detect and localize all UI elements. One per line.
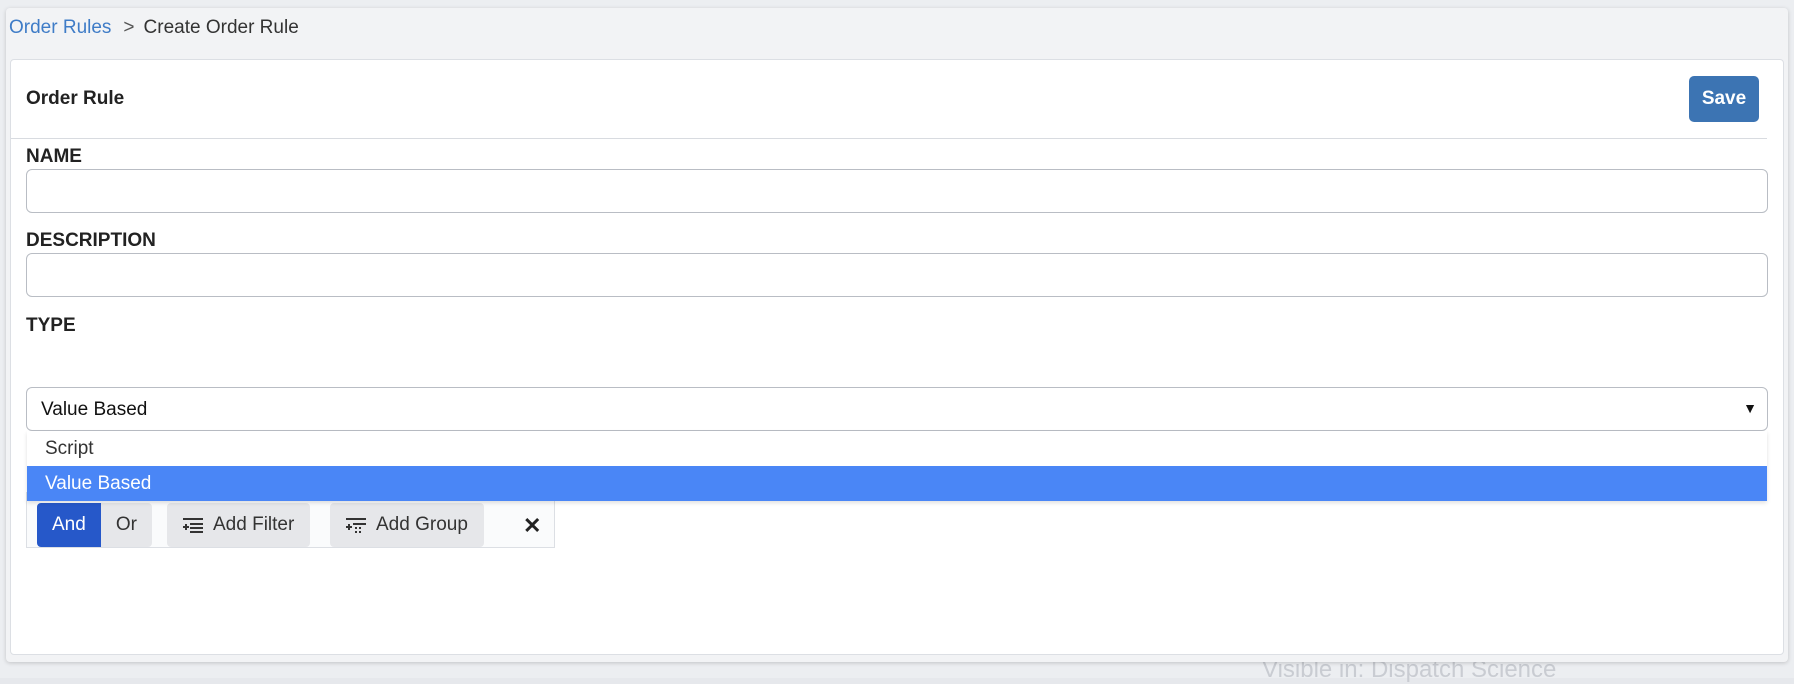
or-button[interactable]: Or [100, 503, 152, 547]
card-title: Order Rule [26, 88, 125, 109]
order-rule-card: Order Rule Save NAME DESCRIPTION TYPE Va… [10, 59, 1784, 655]
create-order-rule-modal: Order Rules > Create Order Rule Order Ru… [6, 8, 1788, 662]
breadcrumb: Order Rules > Create Order Rule [9, 13, 299, 43]
card-header: Order Rule Save [11, 60, 1767, 139]
add-group-button[interactable]: Add Group [330, 503, 484, 547]
and-button[interactable]: And [37, 503, 101, 547]
type-label: TYPE [26, 315, 76, 336]
type-dropdown-list: Script Value Based [27, 431, 1767, 501]
add-filter-button[interactable]: Add Filter [167, 503, 311, 547]
name-input[interactable] [26, 169, 1768, 213]
type-option-value-based[interactable]: Value Based [27, 466, 1767, 501]
caret-down-icon: ▼ [1743, 400, 1757, 416]
add-filter-label: Add Filter [213, 514, 295, 535]
save-button[interactable]: Save [1689, 76, 1759, 122]
remove-group-icon[interactable]: ✕ [523, 513, 541, 539]
type-select[interactable]: Value Based ▼ [26, 387, 1768, 431]
breadcrumb-separator: > [123, 17, 135, 38]
breadcrumb-link-order-rules[interactable]: Order Rules [9, 17, 111, 39]
name-label: NAME [26, 146, 82, 167]
description-input[interactable] [26, 253, 1768, 297]
combinator-toggle: And Or [37, 503, 152, 547]
breadcrumb-current: Create Order Rule [143, 17, 299, 38]
type-option-script[interactable]: Script [27, 431, 1767, 466]
type-select-value: Value Based [41, 399, 148, 420]
description-label: DESCRIPTION [26, 230, 156, 251]
add-group-label: Add Group [376, 514, 468, 535]
add-filter-icon [183, 518, 203, 533]
add-group-icon [346, 518, 366, 533]
